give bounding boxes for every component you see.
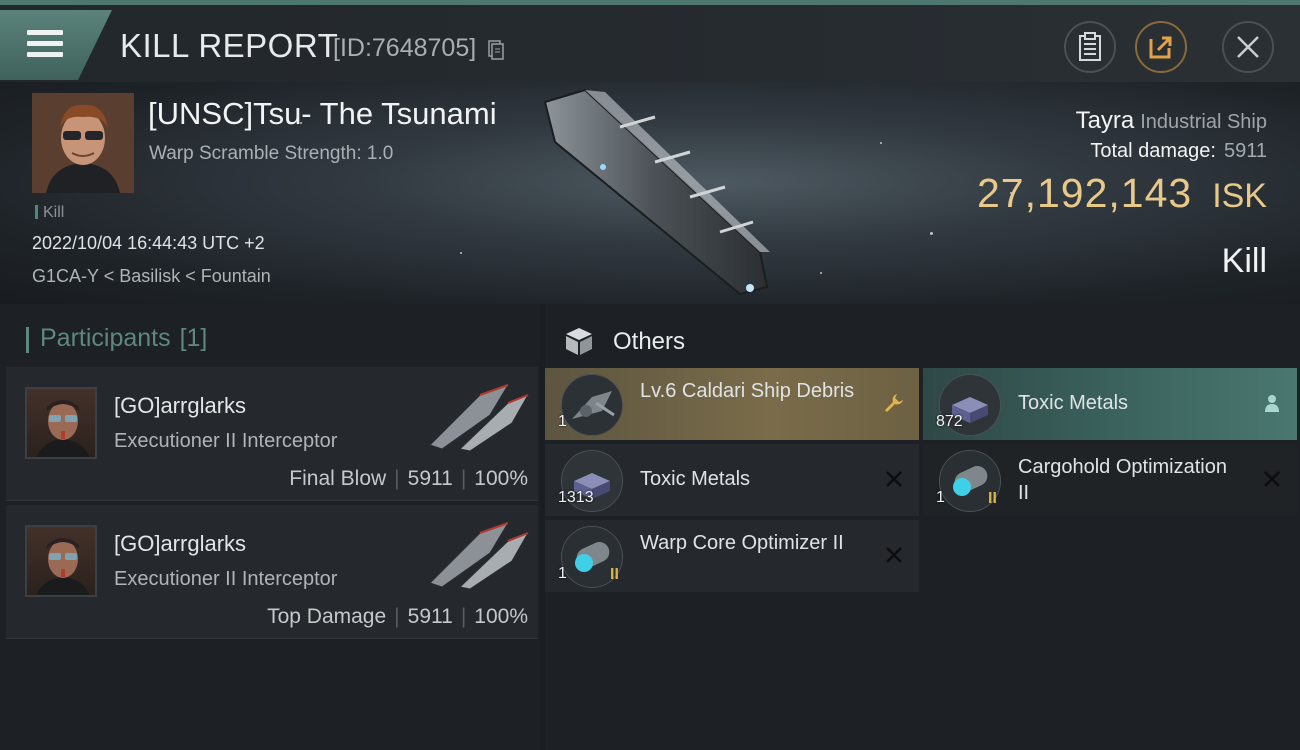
debris-icon xyxy=(561,374,623,436)
participants-title: Participants [1] xyxy=(26,324,207,353)
participants-count: [1] xyxy=(179,324,208,352)
tech-level-badge: II xyxy=(988,490,997,507)
kill-result: Kill xyxy=(1221,242,1267,280)
participant-percent: 100% xyxy=(474,467,528,490)
kill-datetime: 2022/10/04 16:44:43 UTC +2 xyxy=(32,233,265,253)
clipboard-button[interactable] xyxy=(1064,21,1116,73)
x-icon[interactable] xyxy=(883,468,905,490)
clipboard-icon xyxy=(1079,32,1101,61)
x-icon[interactable] xyxy=(1261,468,1283,490)
others-header: Others xyxy=(545,318,1300,368)
close-icon xyxy=(1237,36,1259,58)
item-cargohold-optimization[interactable]: 1 II Cargohold Optimization II xyxy=(923,444,1297,516)
victim-ship-name[interactable]: Tayra Industrial Ship xyxy=(1076,107,1267,135)
participant-portrait xyxy=(25,387,97,459)
participant-role: Top Damage xyxy=(267,605,387,628)
participant-row[interactable]: [GO]arrglarks Executioner II Interceptor… xyxy=(6,367,538,501)
item-toxic-metals[interactable]: 872 Toxic Metals xyxy=(923,368,1297,440)
isk-value: 27,192,143 ISK xyxy=(977,170,1267,217)
share-icon xyxy=(1149,36,1172,59)
cargo-box-icon xyxy=(566,328,592,355)
page-title: KILL REPORT xyxy=(120,27,339,64)
participant-damage: 5911 xyxy=(407,605,453,628)
kill-tag: Kill xyxy=(35,204,64,222)
others-panel: Others 1 Lv.6 Caldari Ship Debris 872 To… xyxy=(545,304,1300,750)
victim-banner: [UNSC]Tsu- The Tsunami Warp Scramble Str… xyxy=(0,82,1300,304)
report-id: [ID:7648705] xyxy=(333,34,477,62)
item-name: Toxic Metals xyxy=(1018,392,1129,414)
x-icon[interactable] xyxy=(883,544,905,566)
isk-currency: ISK xyxy=(1212,177,1267,215)
participant-name[interactable]: [GO]arrglarks xyxy=(114,531,246,557)
tech-level-badge: II xyxy=(610,566,619,583)
header-bar: KILL REPORT [ID:7648705] xyxy=(0,0,1300,82)
participants-panel: Participants [1] [GO]arrglarks Execution… xyxy=(0,304,540,750)
isk-amount: 27,192,143 xyxy=(976,170,1193,216)
ship-class: Industrial Ship xyxy=(1140,111,1267,133)
total-damage-label: Total damage: xyxy=(1090,140,1216,162)
participant-ship-image xyxy=(429,522,530,590)
participant-ship: Executioner II Interceptor xyxy=(114,568,338,590)
item-quantity: 1 xyxy=(558,413,567,430)
participant-row[interactable]: [GO]arrglarks Executioner II Interceptor… xyxy=(6,505,538,639)
item-name: Warp Core Optimizer II xyxy=(640,532,844,554)
victim-name[interactable]: [UNSC]Tsu- The Tsunami xyxy=(148,96,497,132)
person-icon[interactable] xyxy=(1261,392,1283,414)
close-button[interactable] xyxy=(1222,21,1274,73)
item-quantity: 1 xyxy=(558,565,567,582)
participants-label: Participants xyxy=(40,324,171,352)
share-button[interactable] xyxy=(1135,21,1187,73)
participant-ship-image xyxy=(429,384,530,452)
participant-damage: 5911 xyxy=(407,467,453,490)
copy-icon[interactable] xyxy=(488,40,504,60)
participant-stats: Top Damage | 5911 | 100% xyxy=(267,605,528,628)
item-name: Lv.6 Caldari Ship Debris xyxy=(640,380,855,402)
item-quantity: 1313 xyxy=(558,489,594,506)
item-caldari-debris[interactable]: 1 Lv.6 Caldari Ship Debris xyxy=(545,368,919,440)
item-quantity: 872 xyxy=(936,413,963,430)
item-name: Toxic Metals xyxy=(640,468,751,490)
item-warp-core-optimizer[interactable]: 1 II Warp Core Optimizer II xyxy=(545,520,919,592)
participant-role: Final Blow xyxy=(289,467,387,490)
item-quantity: 1 xyxy=(936,489,945,506)
participant-stats: Final Blow | 5911 | 100% xyxy=(289,467,528,490)
avatar xyxy=(36,538,90,595)
others-title: Others xyxy=(613,328,686,355)
kill-location[interactable]: G1CA-Y < Basilisk < Fountain xyxy=(32,266,271,287)
item-name: Cargohold Optimization II xyxy=(1018,456,1227,504)
total-damage: Total damage: 5911 xyxy=(1090,140,1267,163)
victim-ship-image xyxy=(543,88,770,296)
participant-percent: 100% xyxy=(474,605,528,628)
ship-name: Tayra xyxy=(1075,107,1135,134)
avatar xyxy=(36,400,90,457)
menu-button[interactable] xyxy=(0,10,112,80)
participant-portrait xyxy=(25,525,97,597)
participant-name[interactable]: [GO]arrglarks xyxy=(114,393,246,419)
wrench-icon[interactable] xyxy=(883,392,905,414)
total-damage-value: 5911 xyxy=(1223,140,1267,162)
victim-portrait[interactable] xyxy=(32,93,134,193)
avatar xyxy=(32,93,134,193)
warp-scramble-strength: Warp Scramble Strength: 1.0 xyxy=(149,143,394,164)
participant-ship: Executioner II Interceptor xyxy=(114,430,338,452)
item-toxic-metals[interactable]: 1313 Toxic Metals xyxy=(545,444,919,516)
